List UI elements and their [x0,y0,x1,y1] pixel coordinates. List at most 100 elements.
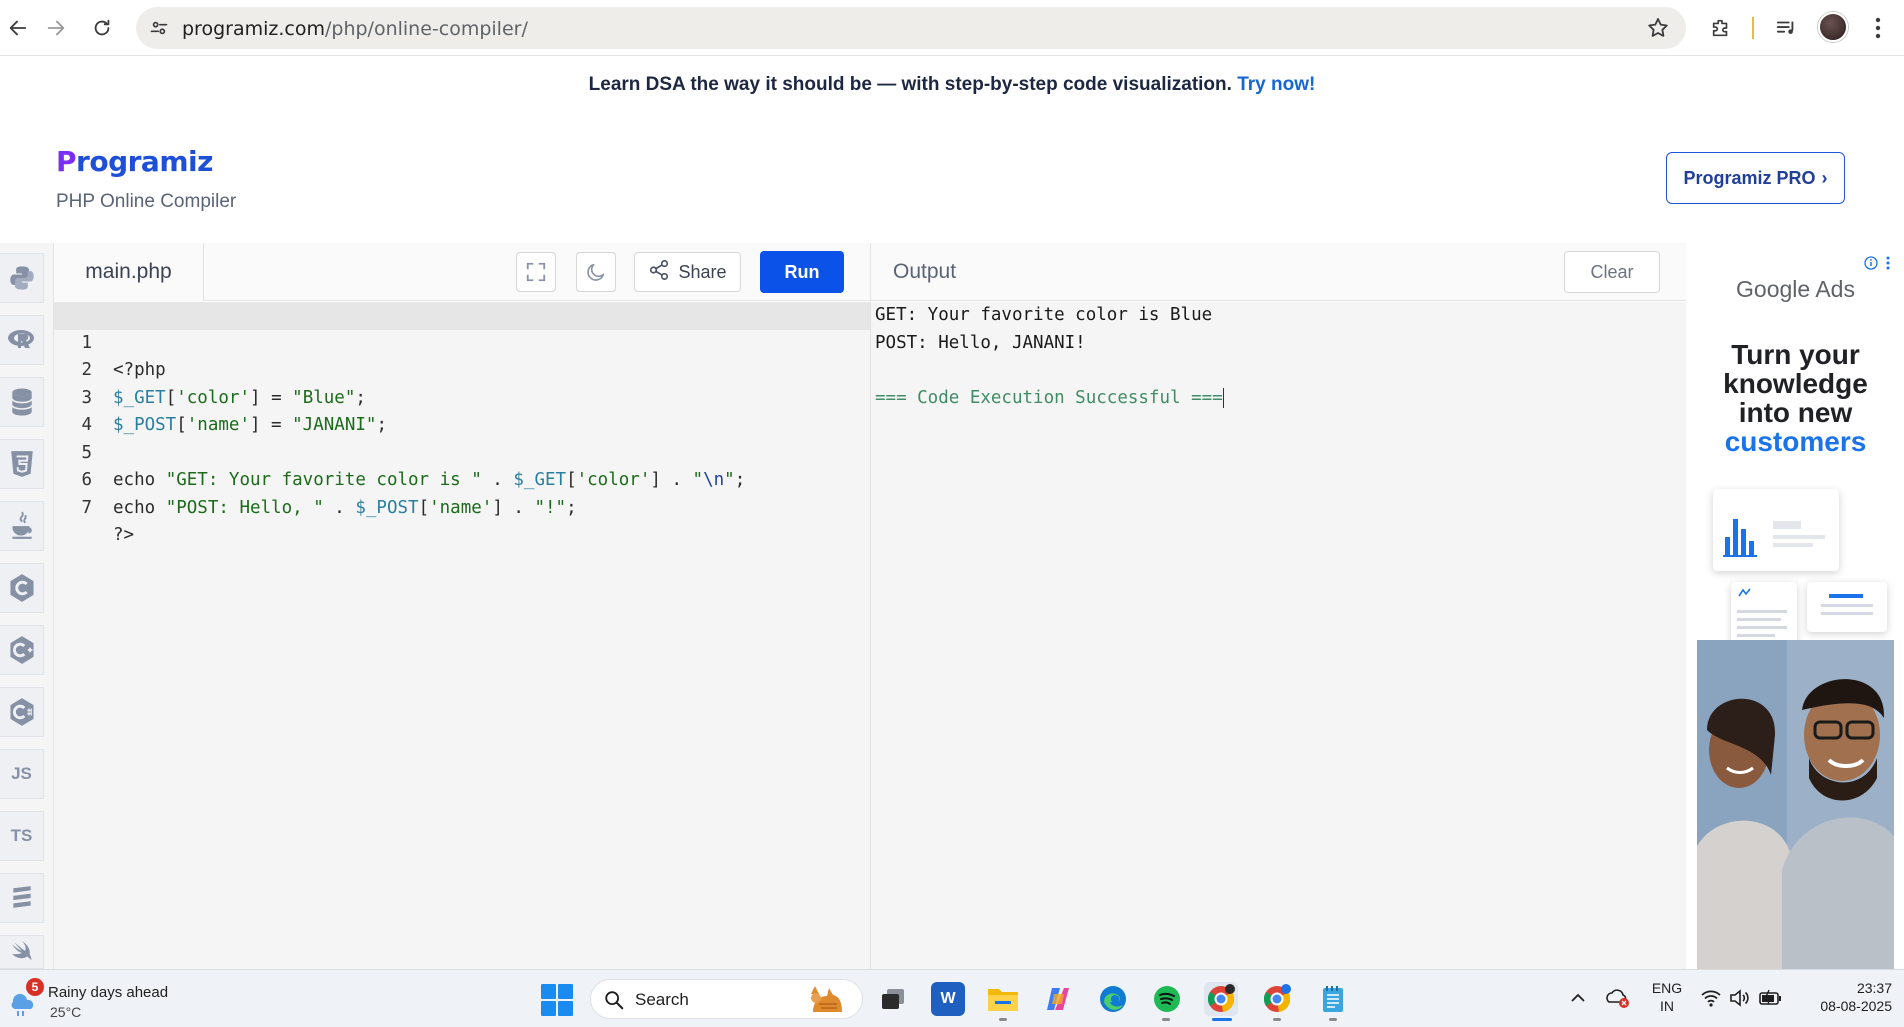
language-ts-icon[interactable]: TS [0,811,44,861]
ad-controls [1864,256,1890,275]
site-settings-icon[interactable] [148,17,170,39]
code-line: 5 echo "GET: Your favorite color is " . … [54,412,870,491]
browser-toolbar: programiz.com/php/online-compiler/ [0,0,1904,56]
banner-text: Learn DSA the way it should be — with st… [588,74,1232,95]
ad-people-photo [1697,640,1894,969]
code-text: echo "POST: Hello, " . $_POST['name'] . … [113,497,577,518]
taskbar-search[interactable]: Search [590,979,863,1019]
promo-banner: Learn DSA the way it should be — with st… [0,57,1904,113]
word-app-icon[interactable]: W [931,982,965,1016]
language-cpp-icon[interactable] [0,625,44,675]
search-highlight-cat-icon [805,982,845,1023]
page-subtitle: PHP Online Compiler [56,191,237,212]
code-editor[interactable]: 1 <?php 2 $_GET['color'] = "Blue"; 3 $_P… [54,302,870,969]
system-clock[interactable]: 23:37 08-08-2025 [1800,979,1892,1015]
battery-icon[interactable] [1759,988,1783,1013]
output-console[interactable]: GET: Your favorite color is Blue POST: H… [870,302,1686,969]
code-text: ?> [113,525,135,545]
language-go-icon[interactable] [0,873,44,923]
share-icon [648,259,670,286]
windows-start-icon[interactable] [541,984,573,1016]
language-html-icon[interactable] [0,439,44,489]
fullscreen-icon[interactable] [516,252,556,292]
ad-info-icon[interactable] [1864,256,1878,275]
app-active-indicator [1212,1018,1232,1021]
output-success-line: === Code Execution Successful === [875,387,1224,408]
output-line: GET: Your favorite color is Blue [875,305,1213,325]
ad-menu-icon[interactable] [1886,256,1890,275]
back-icon[interactable] [0,10,36,46]
output-toolbar: Output Clear [870,243,1686,301]
notepad-icon[interactable] [1316,982,1350,1016]
ad-list-card-image [1807,582,1887,632]
media-control-icon[interactable] [1770,12,1802,44]
language-c-icon[interactable] [0,563,44,613]
chrome-active-icon[interactable] [1204,982,1238,1016]
language-sql-icon[interactable] [0,377,44,427]
language-sidebar: JS TS [0,243,54,969]
copilot-icon[interactable] [1041,982,1075,1016]
language-csharp-icon[interactable] [0,687,44,737]
toolbar-divider [1752,17,1754,39]
spotify-icon[interactable] [1150,982,1184,1016]
app-running-indicator [1162,1018,1170,1021]
file-tab-main-php[interactable]: main.php [54,243,204,301]
language-java-icon[interactable] [0,501,44,551]
url-text: programiz.com/php/online-compiler/ [182,18,528,40]
dark-mode-icon[interactable] [576,252,616,292]
programiz-pro-button[interactable]: Programiz PRO › [1666,152,1845,204]
extensions-icon[interactable] [1705,12,1737,44]
file-explorer-icon[interactable] [986,982,1020,1016]
chevron-right-icon: › [1821,167,1828,188]
search-label: Search [635,990,689,1009]
line-number: 7 [81,497,92,518]
app-running-indicator [1273,1018,1281,1021]
share-button[interactable]: Share [634,252,741,292]
code-line: 2 $_GET['color'] = "Blue"; [54,330,870,408]
clear-output-button[interactable]: Clear [1564,251,1660,293]
language-js-icon[interactable]: JS [0,749,44,799]
address-bar[interactable]: programiz.com/php/online-compiler/ [136,7,1686,49]
code-line: 3 $_POST['name'] = "JANANI"; [54,357,870,436]
app-running-indicator [1329,1018,1337,1021]
onedrive-error-icon[interactable] [1605,987,1631,1014]
code-line: 1 <?php [54,302,870,380]
code-line: 7 ?> [54,467,870,546]
share-label: Share [678,261,727,282]
programiz-logo[interactable]: Programiz [56,145,213,178]
text-caret [1222,387,1224,408]
task-view-icon[interactable] [876,982,910,1016]
windows-taskbar: 5 Rainy days ahead 25°C Search W ENG IN … [0,969,1904,1027]
bookmark-star-icon[interactable] [1646,16,1670,45]
app-running-indicator [999,1018,1007,1021]
banner-try-now-link[interactable]: Try now! [1237,74,1315,95]
output-title: Output [893,260,957,283]
editor-toolbar: main.php Share Run [54,243,870,301]
language-r-icon[interactable] [0,315,44,365]
weather-notification-badge: 5 [26,978,44,996]
forward-icon[interactable] [38,10,74,46]
edge-browser-icon[interactable] [1096,982,1130,1016]
reload-icon[interactable] [84,10,120,46]
browser-menu-icon[interactable] [1862,12,1894,44]
ad-headline: Turn your knowledge into new customers [1723,339,1868,457]
input-language-indicator[interactable]: ENG IN [1647,979,1687,1015]
profile-avatar[interactable] [1818,12,1848,42]
weather-widget[interactable]: 5 Rainy days ahead 25°C [8,978,208,1022]
show-hidden-icons-chevron-icon[interactable] [1568,988,1588,1013]
run-button[interactable]: Run [760,251,844,293]
search-icon [603,989,625,1016]
code-line: 6 echo "POST: Hello, " . $_POST['name'] … [54,440,870,518]
chrome-profile-icon[interactable] [1260,982,1294,1016]
ad-chart-card-image [1713,489,1839,571]
language-swift-icon[interactable] [0,935,44,969]
google-ads-logo: Google Ads [1736,276,1855,302]
weather-temperature: 25°C [50,1004,82,1020]
output-line: POST: Hello, JANANI! [875,332,1086,353]
ad-panel[interactable]: Google Ads Turn your knowledge into new … [1697,252,1894,969]
language-python-icon[interactable] [0,253,44,303]
wifi-icon[interactable] [1700,988,1722,1013]
volume-icon[interactable] [1729,988,1751,1013]
code-line: 4 [54,385,870,435]
weather-title: Rainy days ahead [48,984,169,1001]
